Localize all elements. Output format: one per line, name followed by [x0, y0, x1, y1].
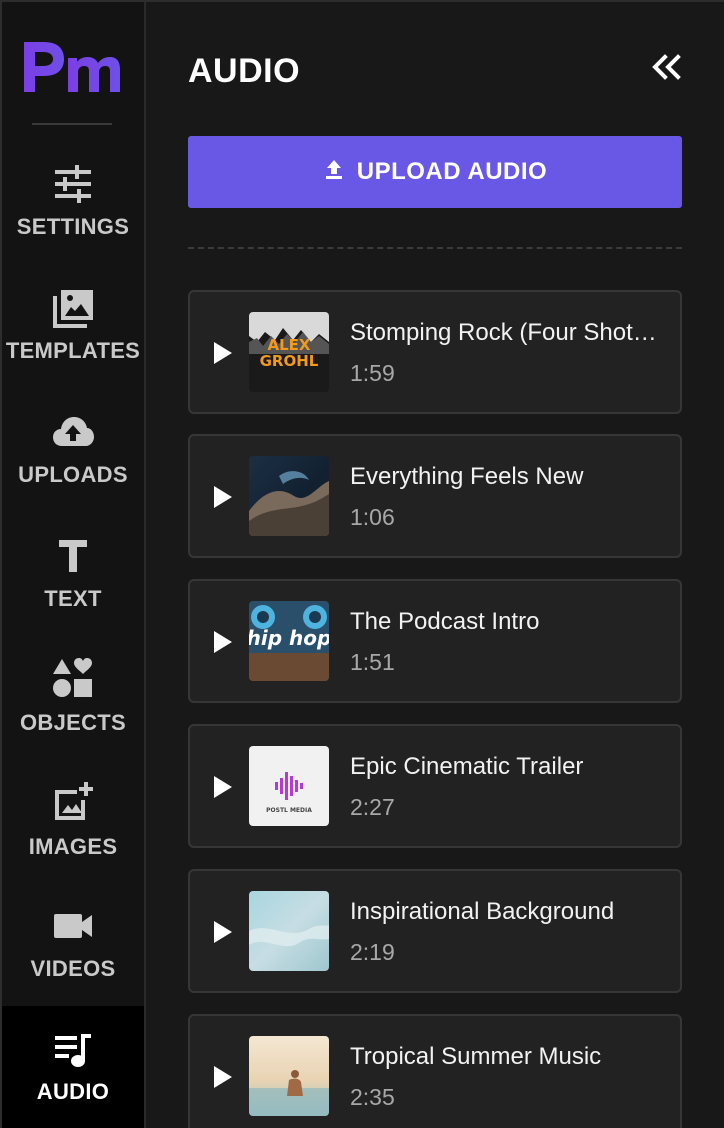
play-icon[interactable]: [212, 774, 234, 800]
app-window: SETTINGS TEMPLATES UPLOADS TEXT OBJECTS …: [0, 0, 724, 1128]
audio-track-item[interactable]: hip hop The Podcast Intro 1:51: [188, 579, 682, 703]
nav-label-audio: AUDIO: [36, 1079, 110, 1104]
track-duration: 2:19: [350, 939, 395, 965]
track-title: The Podcast Intro: [350, 608, 540, 635]
track-thumbnail: [249, 891, 329, 971]
play-icon[interactable]: [212, 629, 234, 655]
track-thumbnail: hip hop: [249, 601, 329, 681]
rail-divider: [32, 123, 112, 125]
panel-title: AUDIO: [188, 52, 301, 90]
nav-label-settings: SETTINGS: [16, 214, 130, 239]
audio-track-item[interactable]: Tropical Summer Music 2:35: [188, 1014, 682, 1128]
templates-icon: [51, 286, 95, 330]
nav-item-objects[interactable]: OBJECTS: [2, 656, 144, 778]
track-duration: 1:06: [350, 504, 395, 530]
upload-icon: [323, 158, 345, 187]
track-thumbnail: POSTL MEDIA: [249, 746, 329, 826]
nav-rail: SETTINGS TEMPLATES UPLOADS TEXT OBJECTS …: [2, 2, 146, 1128]
nav-label-text: TEXT: [44, 586, 102, 611]
video-camera-icon: [51, 904, 95, 948]
nav-item-text[interactable]: TEXT: [2, 534, 144, 656]
audio-track-item[interactable]: Everything Feels New 1:06: [188, 434, 682, 558]
track-duration: 1:51: [350, 649, 395, 675]
upload-audio-button[interactable]: UPLOAD AUDIO: [188, 136, 682, 208]
audio-track-item[interactable]: POSTL MEDIA Epic Cinematic Trailer 2:27: [188, 724, 682, 848]
track-title: Inspirational Background: [350, 898, 615, 925]
play-icon[interactable]: [212, 340, 234, 366]
track-duration: 2:35: [350, 1084, 395, 1110]
track-title: Epic Cinematic Trailer: [350, 753, 584, 780]
text-icon: [51, 534, 95, 578]
cloud-upload-icon: [51, 410, 95, 454]
audio-track-item[interactable]: Inspirational Background 2:19: [188, 869, 682, 993]
nav-label-videos: VIDEOS: [30, 956, 116, 981]
track-title: Stomping Rock (Four Shot…: [350, 319, 657, 346]
track-thumbnail: ALEX GROHL: [249, 312, 329, 392]
nav-label-uploads: UPLOADS: [18, 462, 128, 487]
section-divider: [188, 247, 682, 249]
nav-label-objects: OBJECTS: [19, 710, 126, 735]
play-icon[interactable]: [212, 1064, 234, 1090]
nav-label-images: IMAGES: [28, 834, 118, 859]
audio-panel: AUDIO UPLOAD AUDIO ALEX GROHL Stomping R…: [148, 2, 724, 1128]
thumb-text: hip hop: [249, 626, 329, 650]
track-duration: 2:27: [350, 794, 395, 820]
shapes-icon: [51, 656, 95, 700]
pm-logo[interactable]: [22, 36, 122, 96]
nav-item-audio[interactable]: AUDIO: [2, 1006, 144, 1128]
play-icon[interactable]: [212, 919, 234, 945]
thumb-text: POSTL MEDIA: [266, 807, 312, 814]
track-title: Everything Feels New: [350, 463, 584, 490]
upload-audio-label: UPLOAD AUDIO: [356, 158, 548, 185]
collapse-panel-button[interactable]: [648, 52, 684, 82]
thumb-text-line2: GROHL: [260, 352, 319, 370]
audio-playlist-icon: [51, 1028, 95, 1072]
play-icon[interactable]: [212, 484, 234, 510]
nav-item-uploads[interactable]: UPLOADS: [2, 410, 144, 532]
track-duration: 1:59: [350, 360, 395, 386]
track-thumbnail: [249, 1036, 329, 1116]
nav-item-settings[interactable]: SETTINGS: [2, 162, 144, 284]
track-thumbnail: [249, 456, 329, 536]
nav-item-images[interactable]: IMAGES: [2, 780, 144, 902]
audio-track-item[interactable]: ALEX GROHL Stomping Rock (Four Shot… 1:5…: [188, 290, 682, 414]
sliders-icon: [51, 162, 95, 206]
add-image-icon: [51, 780, 95, 824]
nav-label-templates: TEMPLATES: [5, 338, 141, 363]
double-chevron-left-icon: [648, 54, 684, 86]
track-title: Tropical Summer Music: [350, 1043, 602, 1070]
nav-item-templates[interactable]: TEMPLATES: [2, 286, 144, 408]
